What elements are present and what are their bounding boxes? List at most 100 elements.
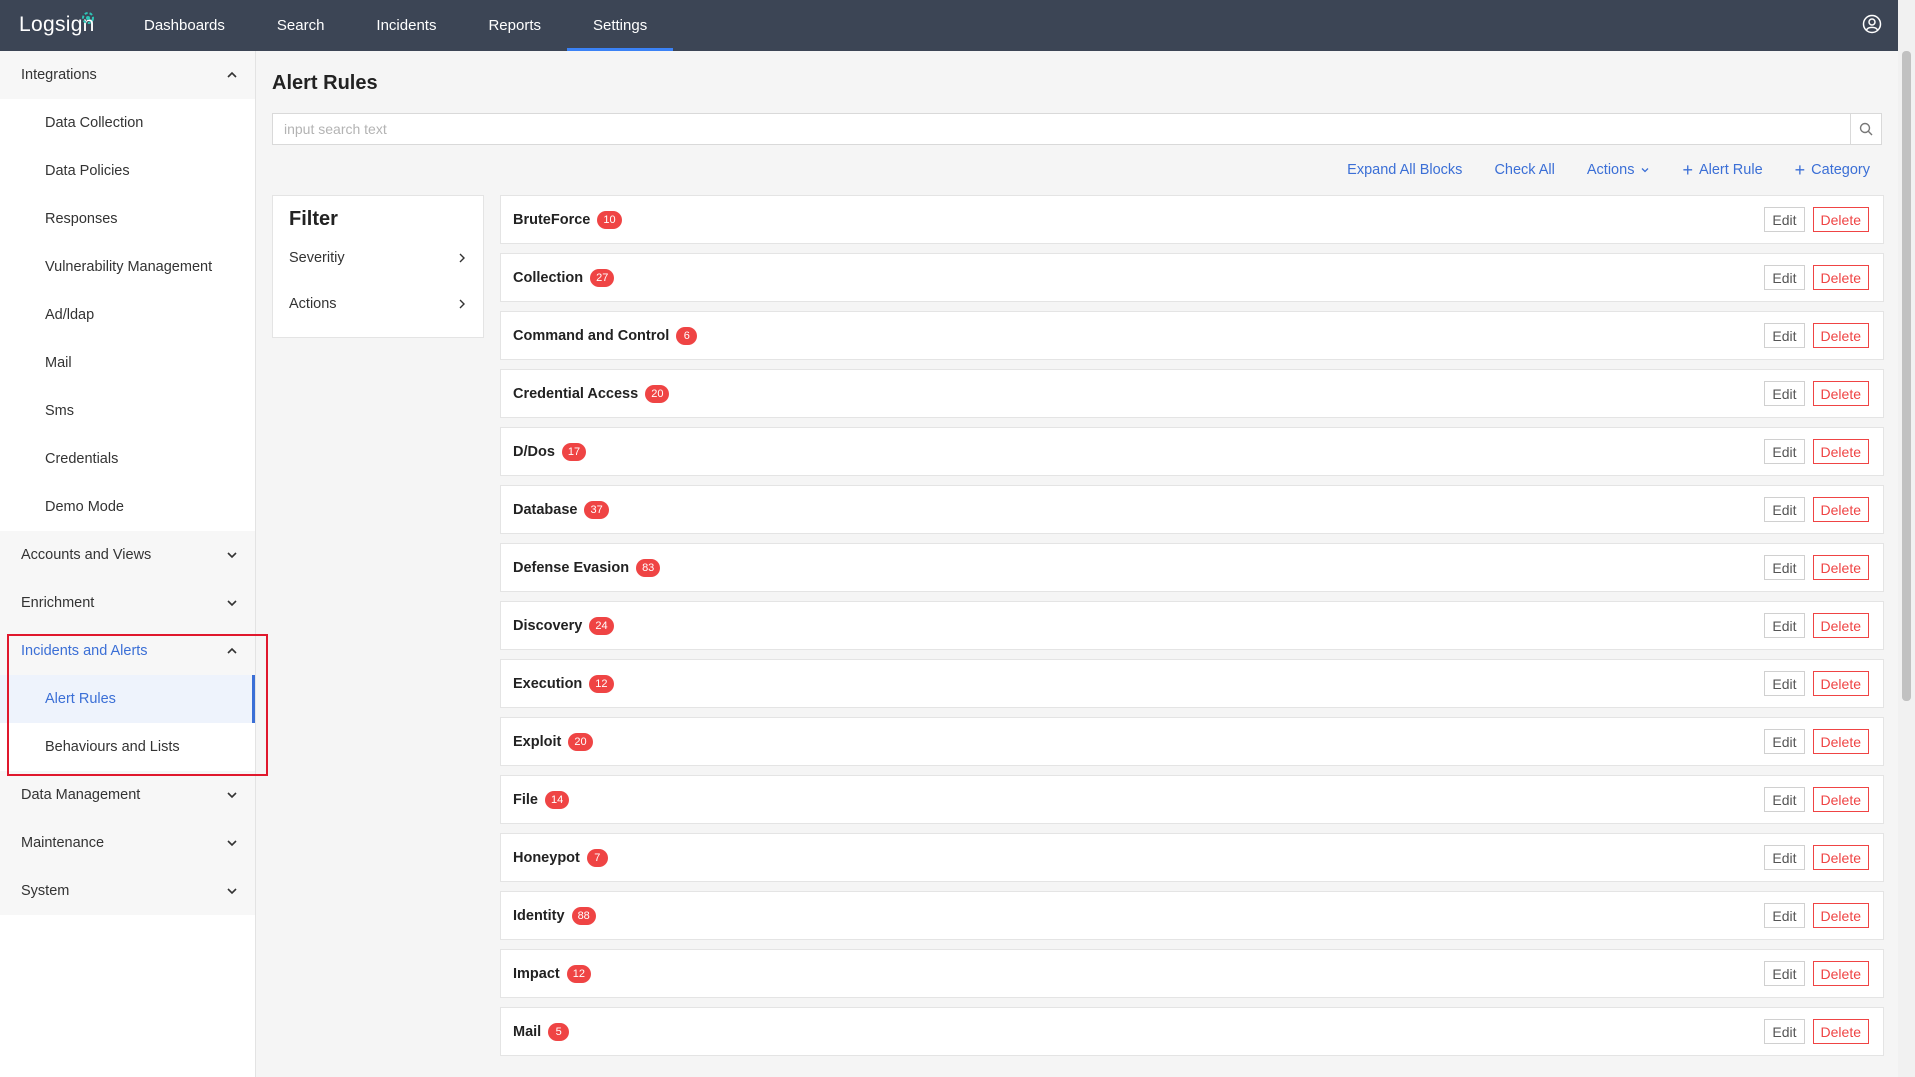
delete-button[interactable]: Delete (1812, 787, 1869, 812)
delete-button[interactable]: Delete (1812, 207, 1869, 232)
edit-button[interactable]: Edit (1764, 903, 1805, 928)
category-block[interactable]: File 14 Edit Delete (500, 775, 1884, 824)
category-block[interactable]: BruteForce 10 Edit Delete (500, 195, 1884, 244)
category-name: D/Dos (513, 443, 555, 460)
sidebar-group-enrichment[interactable]: Enrichment (0, 579, 255, 627)
logo[interactable]: Logsign (0, 0, 118, 51)
sidebar-group-system[interactable]: System (0, 867, 255, 915)
sidebar-group-integrations[interactable]: Integrations (0, 51, 255, 99)
filter-row-label: Actions (289, 296, 337, 312)
edit-button[interactable]: Edit (1764, 729, 1805, 754)
category-block[interactable]: Defense Evasion 83 Edit Delete (500, 543, 1884, 592)
main-content: Alert Rules Expand All Blocks Check All … (272, 51, 1884, 1065)
sidebar-item-data-collection[interactable]: Data Collection (0, 99, 255, 147)
category-block[interactable]: Command and Control 6 Edit Delete (500, 311, 1884, 360)
rule-count-badge: 20 (568, 732, 593, 751)
sidebar-group-maintenance[interactable]: Maintenance (0, 819, 255, 867)
edit-button[interactable]: Edit (1764, 207, 1805, 232)
category-name: Identity (513, 907, 565, 924)
edit-button[interactable]: Edit (1764, 845, 1805, 870)
delete-button[interactable]: Delete (1812, 903, 1869, 928)
sidebar-item-alert-rules[interactable]: Alert Rules (0, 675, 255, 723)
rule-count-badge: 14 (544, 790, 570, 809)
sidebar-item-vulnerability-management[interactable]: Vulnerability Management (0, 243, 255, 291)
category-block[interactable]: D/Dos 17 Edit Delete (500, 427, 1884, 476)
edit-button[interactable]: Edit (1764, 613, 1805, 638)
delete-button[interactable]: Delete (1812, 729, 1869, 754)
rule-count-badge: 88 (571, 906, 596, 925)
edit-button[interactable]: Edit (1764, 671, 1805, 696)
category-block[interactable]: Database 37 Edit Delete (500, 485, 1884, 534)
edit-button[interactable]: Edit (1764, 497, 1805, 522)
scrollbar-thumb[interactable] (1902, 51, 1911, 701)
edit-button[interactable]: Edit (1764, 381, 1805, 406)
add-alert-rule-button[interactable]: + Alert Rule (1682, 161, 1762, 179)
add-category-label: Category (1811, 162, 1870, 178)
category-name: Impact (513, 965, 560, 982)
nav-dashboards[interactable]: Dashboards (118, 0, 251, 51)
sidebar-group-accounts-views[interactable]: Accounts and Views (0, 531, 255, 579)
delete-button[interactable]: Delete (1812, 439, 1869, 464)
sidebar-item-behaviours-lists[interactable]: Behaviours and Lists (0, 723, 255, 771)
category-block[interactable]: Honeypot 7 Edit Delete (500, 833, 1884, 882)
sidebar-item-demo-mode[interactable]: Demo Mode (0, 483, 255, 531)
delete-button[interactable]: Delete (1812, 497, 1869, 522)
check-all-link[interactable]: Check All (1494, 162, 1554, 178)
sidebar-item-sms[interactable]: Sms (0, 387, 255, 435)
edit-button[interactable]: Edit (1764, 323, 1805, 348)
sidebar-item-credentials[interactable]: Credentials (0, 435, 255, 483)
sidebar-group-data-management[interactable]: Data Management (0, 771, 255, 819)
category-block[interactable]: Credential Access 20 Edit Delete (500, 369, 1884, 418)
expand-all-blocks-link[interactable]: Expand All Blocks (1347, 162, 1462, 178)
category-blocks: BruteForce 10 Edit Delete Collection 27 Edit De… (500, 195, 1884, 1065)
category-block[interactable]: Discovery 24 Edit Delete (500, 601, 1884, 650)
category-block[interactable]: Exploit 20 Edit Delete (500, 717, 1884, 766)
edit-button[interactable]: Edit (1764, 555, 1805, 580)
category-block[interactable]: Execution 12 Edit Delete (500, 659, 1884, 708)
delete-button[interactable]: Delete (1812, 671, 1869, 696)
nav-settings[interactable]: Settings (567, 0, 674, 51)
category-name: Database (513, 501, 578, 518)
rule-count-badge: 17 (561, 442, 587, 461)
nav-reports[interactable]: Reports (462, 0, 567, 51)
rule-count-badge: 12 (566, 964, 591, 983)
search-input[interactable] (273, 114, 1850, 144)
sidebar-group-incidents-alerts[interactable]: Incidents and Alerts (0, 627, 255, 675)
delete-button[interactable]: Delete (1812, 961, 1869, 986)
sidebar-item-responses[interactable]: Responses (0, 195, 255, 243)
delete-button[interactable]: Delete (1812, 613, 1869, 638)
category-name: Honeypot (513, 849, 580, 866)
nav-incidents[interactable]: Incidents (350, 0, 462, 51)
nav-search[interactable]: Search (251, 0, 351, 51)
category-block[interactable]: Collection 27 Edit Delete (500, 253, 1884, 302)
category-block[interactable]: Impact 12 Edit Delete (500, 949, 1884, 998)
add-category-button[interactable]: + Category (1795, 161, 1870, 179)
category-block[interactable]: Identity 88 Edit Delete (500, 891, 1884, 940)
edit-button[interactable]: Edit (1764, 1019, 1805, 1044)
chevron-right-icon (459, 299, 465, 309)
category-block[interactable]: Mail 5 Edit Delete (500, 1007, 1884, 1056)
page-scrollbar[interactable] (1898, 0, 1915, 1077)
category-name: Defense Evasion (513, 559, 630, 576)
filter-actions[interactable]: Actions (289, 281, 467, 327)
rule-count-badge: 7 (586, 848, 608, 867)
delete-button[interactable]: Delete (1812, 323, 1869, 348)
delete-button[interactable]: Delete (1812, 555, 1869, 580)
edit-button[interactable]: Edit (1764, 265, 1805, 290)
user-account-icon[interactable] (1862, 14, 1882, 34)
actions-dropdown[interactable]: Actions (1587, 162, 1651, 178)
rule-count-badge: 83 (636, 558, 661, 577)
sidebar-item-ad-ldap[interactable]: Ad/ldap (0, 291, 255, 339)
edit-button[interactable]: Edit (1764, 439, 1805, 464)
edit-button[interactable]: Edit (1764, 787, 1805, 812)
delete-button[interactable]: Delete (1812, 265, 1869, 290)
sidebar-item-data-policies[interactable]: Data Policies (0, 147, 255, 195)
filter-severity[interactable]: Severitiy (289, 235, 467, 281)
search-button[interactable] (1850, 114, 1881, 144)
delete-button[interactable]: Delete (1812, 1019, 1869, 1044)
edit-button[interactable]: Edit (1764, 961, 1805, 986)
rule-count-badge: 27 (590, 268, 615, 287)
sidebar-item-mail[interactable]: Mail (0, 339, 255, 387)
delete-button[interactable]: Delete (1812, 845, 1869, 870)
delete-button[interactable]: Delete (1812, 381, 1869, 406)
